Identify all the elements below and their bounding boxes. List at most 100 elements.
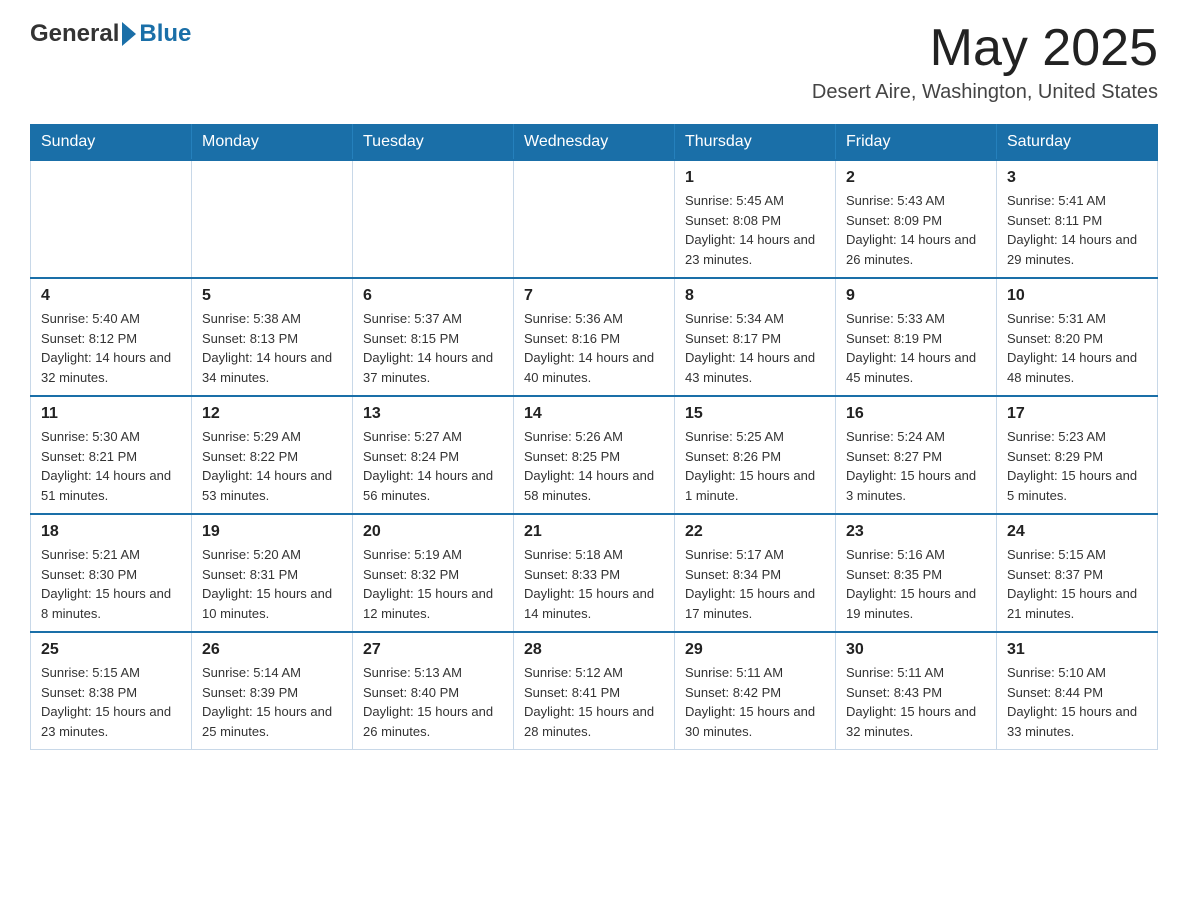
- calendar-day-cell: 2 Sunrise: 5:43 AM Sunset: 8:09 PM Daylig…: [836, 160, 997, 278]
- calendar-day-cell: [192, 160, 353, 278]
- calendar-day-cell: 3 Sunrise: 5:41 AM Sunset: 8:11 PM Daylig…: [997, 160, 1158, 278]
- day-number: 23: [846, 523, 986, 541]
- calendar-day-cell: 31 Sunrise: 5:10 AM Sunset: 8:44 PM Dayli…: [997, 632, 1158, 750]
- day-info: Sunrise: 5:12 AM Sunset: 8:41 PM Dayligh…: [524, 663, 664, 741]
- calendar-day-cell: 28 Sunrise: 5:12 AM Sunset: 8:41 PM Dayli…: [514, 632, 675, 750]
- calendar-day-cell: 12 Sunrise: 5:29 AM Sunset: 8:22 PM Dayli…: [192, 396, 353, 514]
- calendar-header-row: SundayMondayTuesdayWednesdayThursdayFrid…: [31, 125, 1158, 161]
- day-info: Sunrise: 5:23 AM Sunset: 8:29 PM Dayligh…: [1007, 427, 1147, 505]
- day-info: Sunrise: 5:40 AM Sunset: 8:12 PM Dayligh…: [41, 309, 181, 387]
- day-number: 12: [202, 405, 342, 423]
- day-info: Sunrise: 5:11 AM Sunset: 8:43 PM Dayligh…: [846, 663, 986, 741]
- calendar-day-cell: 18 Sunrise: 5:21 AM Sunset: 8:30 PM Dayli…: [31, 514, 192, 632]
- day-number: 26: [202, 641, 342, 659]
- calendar-day-cell: 22Sunrise: 5:17 AM Sunset: 8:34 PM Dayli…: [675, 514, 836, 632]
- calendar-week-row: 4 Sunrise: 5:40 AM Sunset: 8:12 PM Daylig…: [31, 278, 1158, 396]
- day-number: 7: [524, 287, 664, 305]
- day-info: Sunrise: 5:14 AM Sunset: 8:39 PM Dayligh…: [202, 663, 342, 741]
- day-info: Sunrise: 5:34 AM Sunset: 8:17 PM Dayligh…: [685, 309, 825, 387]
- day-info: Sunrise: 5:13 AM Sunset: 8:40 PM Dayligh…: [363, 663, 503, 741]
- logo-general: General: [30, 20, 119, 48]
- day-info: Sunrise: 5:30 AM Sunset: 8:21 PM Dayligh…: [41, 427, 181, 505]
- day-number: 9: [846, 287, 986, 305]
- day-info: Sunrise: 5:16 AM Sunset: 8:35 PM Dayligh…: [846, 545, 986, 623]
- title-section: May 2025 Desert Aire, Washington, United…: [812, 20, 1158, 104]
- day-info: Sunrise: 5:45 AM Sunset: 8:08 PM Dayligh…: [685, 191, 825, 269]
- calendar-day-cell: 4 Sunrise: 5:40 AM Sunset: 8:12 PM Daylig…: [31, 278, 192, 396]
- day-number: 11: [41, 405, 181, 423]
- calendar-day-cell: 27 Sunrise: 5:13 AM Sunset: 8:40 PM Dayli…: [353, 632, 514, 750]
- day-info: Sunrise: 5:33 AM Sunset: 8:19 PM Dayligh…: [846, 309, 986, 387]
- day-info: Sunrise: 5:43 AM Sunset: 8:09 PM Dayligh…: [846, 191, 986, 269]
- day-number: 31: [1007, 641, 1147, 659]
- day-number: 19: [202, 523, 342, 541]
- day-number: 10: [1007, 287, 1147, 305]
- day-info: Sunrise: 5:15 AM Sunset: 8:38 PM Dayligh…: [41, 663, 181, 741]
- calendar-day-cell: 24 Sunrise: 5:15 AM Sunset: 8:37 PM Dayli…: [997, 514, 1158, 632]
- day-number: 2: [846, 169, 986, 187]
- day-info: Sunrise: 5:21 AM Sunset: 8:30 PM Dayligh…: [41, 545, 181, 623]
- logo: General Blue: [30, 20, 191, 48]
- day-info: Sunrise: 5:38 AM Sunset: 8:13 PM Dayligh…: [202, 309, 342, 387]
- day-info: Sunrise: 5:19 AM Sunset: 8:32 PM Dayligh…: [363, 545, 503, 623]
- calendar-day-cell: [514, 160, 675, 278]
- calendar-day-cell: [31, 160, 192, 278]
- day-number: 16: [846, 405, 986, 423]
- day-number: 18: [41, 523, 181, 541]
- calendar-day-cell: 15Sunrise: 5:25 AM Sunset: 8:26 PM Dayli…: [675, 396, 836, 514]
- day-info: Sunrise: 5:20 AM Sunset: 8:31 PM Dayligh…: [202, 545, 342, 623]
- day-info: Sunrise: 5:24 AM Sunset: 8:27 PM Dayligh…: [846, 427, 986, 505]
- calendar-day-header: Monday: [192, 125, 353, 161]
- day-info: Sunrise: 5:18 AM Sunset: 8:33 PM Dayligh…: [524, 545, 664, 623]
- day-number: 21: [524, 523, 664, 541]
- calendar-day-cell: 5 Sunrise: 5:38 AM Sunset: 8:13 PM Daylig…: [192, 278, 353, 396]
- calendar-day-header: Tuesday: [353, 125, 514, 161]
- calendar-day-cell: 26 Sunrise: 5:14 AM Sunset: 8:39 PM Dayli…: [192, 632, 353, 750]
- day-number: 8: [685, 287, 825, 305]
- logo-arrow-icon: [122, 22, 136, 46]
- day-number: 15: [685, 405, 825, 423]
- day-info: Sunrise: 5:36 AM Sunset: 8:16 PM Dayligh…: [524, 309, 664, 387]
- calendar-day-cell: 8 Sunrise: 5:34 AM Sunset: 8:17 PM Daylig…: [675, 278, 836, 396]
- calendar-day-cell: 1 Sunrise: 5:45 AM Sunset: 8:08 PM Daylig…: [675, 160, 836, 278]
- day-number: 5: [202, 287, 342, 305]
- calendar-day-cell: 14 Sunrise: 5:26 AM Sunset: 8:25 PM Dayli…: [514, 396, 675, 514]
- day-info: Sunrise: 5:10 AM Sunset: 8:44 PM Dayligh…: [1007, 663, 1147, 741]
- page-header: General Blue May 2025 Desert Aire, Washi…: [30, 20, 1158, 104]
- calendar-day-cell: 20 Sunrise: 5:19 AM Sunset: 8:32 PM Dayli…: [353, 514, 514, 632]
- day-number: 4: [41, 287, 181, 305]
- day-number: 13: [363, 405, 503, 423]
- calendar-day-cell: 13Sunrise: 5:27 AM Sunset: 8:24 PM Dayli…: [353, 396, 514, 514]
- day-info: Sunrise: 5:26 AM Sunset: 8:25 PM Dayligh…: [524, 427, 664, 505]
- day-number: 28: [524, 641, 664, 659]
- day-info: Sunrise: 5:15 AM Sunset: 8:37 PM Dayligh…: [1007, 545, 1147, 623]
- calendar-day-header: Saturday: [997, 125, 1158, 161]
- calendar-day-header: Friday: [836, 125, 997, 161]
- calendar-day-cell: 29Sunrise: 5:11 AM Sunset: 8:42 PM Dayli…: [675, 632, 836, 750]
- day-number: 30: [846, 641, 986, 659]
- day-number: 25: [41, 641, 181, 659]
- calendar-day-cell: 11 Sunrise: 5:30 AM Sunset: 8:21 PM Dayli…: [31, 396, 192, 514]
- day-info: Sunrise: 5:29 AM Sunset: 8:22 PM Dayligh…: [202, 427, 342, 505]
- calendar-day-cell: 25 Sunrise: 5:15 AM Sunset: 8:38 PM Dayli…: [31, 632, 192, 750]
- day-info: Sunrise: 5:31 AM Sunset: 8:20 PM Dayligh…: [1007, 309, 1147, 387]
- day-number: 20: [363, 523, 503, 541]
- day-number: 1: [685, 169, 825, 187]
- day-number: 17: [1007, 405, 1147, 423]
- calendar-day-cell: 16 Sunrise: 5:24 AM Sunset: 8:27 PM Dayli…: [836, 396, 997, 514]
- calendar-day-cell: 6Sunrise: 5:37 AM Sunset: 8:15 PM Daylig…: [353, 278, 514, 396]
- calendar-day-cell: 23 Sunrise: 5:16 AM Sunset: 8:35 PM Dayli…: [836, 514, 997, 632]
- day-info: Sunrise: 5:37 AM Sunset: 8:15 PM Dayligh…: [363, 309, 503, 387]
- day-number: 14: [524, 405, 664, 423]
- location-subtitle: Desert Aire, Washington, United States: [812, 81, 1158, 104]
- day-number: 24: [1007, 523, 1147, 541]
- day-info: Sunrise: 5:41 AM Sunset: 8:11 PM Dayligh…: [1007, 191, 1147, 269]
- calendar-day-cell: 10 Sunrise: 5:31 AM Sunset: 8:20 PM Dayli…: [997, 278, 1158, 396]
- day-number: 27: [363, 641, 503, 659]
- calendar-day-cell: 7 Sunrise: 5:36 AM Sunset: 8:16 PM Daylig…: [514, 278, 675, 396]
- logo-blue: Blue: [139, 20, 191, 48]
- calendar-day-cell: [353, 160, 514, 278]
- calendar-day-header: Sunday: [31, 125, 192, 161]
- day-number: 29: [685, 641, 825, 659]
- day-number: 3: [1007, 169, 1147, 187]
